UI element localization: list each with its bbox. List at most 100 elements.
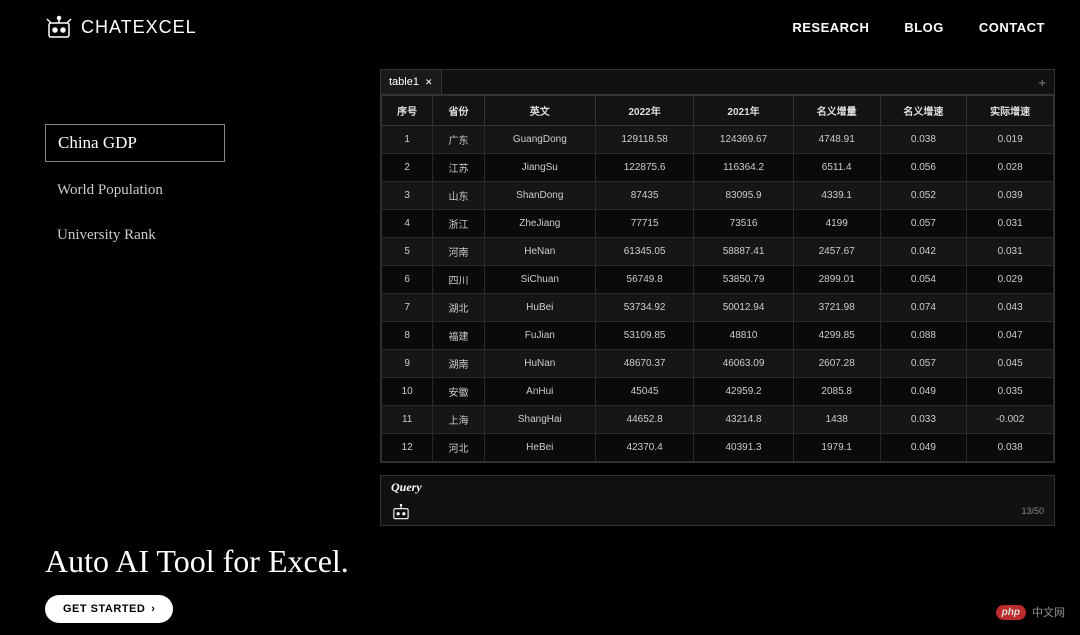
column-header[interactable]: 名义增速: [880, 96, 967, 126]
table-cell: 0.033: [880, 406, 967, 434]
headline: Auto AI Tool for Excel.: [45, 543, 349, 580]
table-cell: 4299.85: [793, 322, 880, 350]
query-label: Query: [381, 476, 1054, 499]
table-row[interactable]: 10安徽AnHui4504542959.22085.80.0490.035: [382, 378, 1054, 406]
table-cell: 湖南: [433, 350, 484, 378]
table-cell: 12: [382, 434, 433, 462]
table-cell: 0.031: [967, 210, 1054, 238]
robot-icon[interactable]: [391, 503, 411, 519]
table-cell: 7: [382, 294, 433, 322]
table-cell: 44652.8: [595, 406, 693, 434]
column-header[interactable]: 序号: [382, 96, 433, 126]
table-cell: 0.052: [880, 182, 967, 210]
table-cell: 43214.8: [694, 406, 794, 434]
table-cell: 45045: [595, 378, 693, 406]
tab-table1[interactable]: table1 ✕: [381, 70, 442, 94]
nav-research[interactable]: RESEARCH: [792, 20, 869, 35]
column-header[interactable]: 省份: [433, 96, 484, 126]
nav-blog[interactable]: BLOG: [904, 20, 944, 35]
table-cell: 4199: [793, 210, 880, 238]
table-cell: 6: [382, 266, 433, 294]
table-cell: 42959.2: [694, 378, 794, 406]
table-cell: 山东: [433, 182, 484, 210]
nav-contact[interactable]: CONTACT: [979, 20, 1045, 35]
table-cell: 53734.92: [595, 294, 693, 322]
table-row[interactable]: 12河北HeBei42370.440391.31979.10.0490.038: [382, 434, 1054, 462]
table-cell: HuNan: [484, 350, 595, 378]
table-row[interactable]: 9湖南HuNan48670.3746063.092607.280.0570.04…: [382, 350, 1054, 378]
table-row[interactable]: 1广东GuangDong129118.58124369.674748.910.0…: [382, 126, 1054, 154]
brand-text: CHATEXCEL: [81, 17, 197, 38]
table-cell: 1438: [793, 406, 880, 434]
table-cell: 0.028: [967, 154, 1054, 182]
table-cell: 0.042: [880, 238, 967, 266]
tab-bar: table1 ✕ +: [380, 69, 1055, 95]
table-cell: 1: [382, 126, 433, 154]
table-row[interactable]: 4浙江ZheJiang777157351641990.0570.031: [382, 210, 1054, 238]
table-cell: 4748.91: [793, 126, 880, 154]
add-tab-button[interactable]: +: [1030, 75, 1054, 90]
sidebar-item-world-population[interactable]: World Population: [45, 174, 225, 207]
close-icon[interactable]: ✕: [425, 77, 433, 88]
table-cell: 0.049: [880, 378, 967, 406]
table-cell: 50012.94: [694, 294, 794, 322]
get-started-button[interactable]: GET STARTED ›: [45, 595, 173, 623]
table-row[interactable]: 3山东ShanDong8743583095.94339.10.0520.039: [382, 182, 1054, 210]
query-section: Query 13/50: [380, 475, 1055, 526]
cta-label: GET STARTED: [63, 603, 145, 615]
table-cell: FuJian: [484, 322, 595, 350]
sidebar-item-china-gdp[interactable]: China GDP: [45, 124, 225, 162]
table-row[interactable]: 11上海ShangHai44652.843214.814380.033-0.00…: [382, 406, 1054, 434]
sidebar-item-university-rank[interactable]: University Rank: [45, 219, 225, 252]
watermark: php 中文网: [996, 604, 1065, 620]
table-cell: 0.049: [880, 434, 967, 462]
table-cell: 53109.85: [595, 322, 693, 350]
table-cell: 87435: [595, 182, 693, 210]
table-cell: 48810: [694, 322, 794, 350]
table-cell: 2899.01: [793, 266, 880, 294]
column-header[interactable]: 英文: [484, 96, 595, 126]
table-row[interactable]: 5河南HeNan61345.0558887.412457.670.0420.03…: [382, 238, 1054, 266]
table-cell: 3: [382, 182, 433, 210]
table-cell: AnHui: [484, 378, 595, 406]
watermark-badge: php: [996, 605, 1026, 620]
table-cell: 福建: [433, 322, 484, 350]
data-table: 序号省份英文2022年2021年名义增量名义增速实际增速 1广东GuangDon…: [380, 95, 1055, 463]
logo[interactable]: CHATEXCEL: [45, 15, 197, 39]
table-cell: GuangDong: [484, 126, 595, 154]
table-cell: ShanDong: [484, 182, 595, 210]
table-cell: 0.019: [967, 126, 1054, 154]
table-cell: 四川: [433, 266, 484, 294]
table-cell: 10: [382, 378, 433, 406]
table-cell: 122875.6: [595, 154, 693, 182]
table-cell: 77715: [595, 210, 693, 238]
table-row[interactable]: 2江苏JiangSu122875.6116364.26511.40.0560.0…: [382, 154, 1054, 182]
table-cell: 2457.67: [793, 238, 880, 266]
table-cell: 1979.1: [793, 434, 880, 462]
table-cell: -0.002: [967, 406, 1054, 434]
table-cell: 2: [382, 154, 433, 182]
column-header[interactable]: 2022年: [595, 96, 693, 126]
column-header[interactable]: 实际增速: [967, 96, 1054, 126]
table-cell: 11: [382, 406, 433, 434]
content: China GDP World Population University Ra…: [0, 49, 1080, 526]
table-cell: 0.088: [880, 322, 967, 350]
table-row[interactable]: 7湖北HuBei53734.9250012.943721.980.0740.04…: [382, 294, 1054, 322]
main-panel: table1 ✕ + 序号省份英文2022年2021年名义增量名义增速实际增速 …: [380, 69, 1055, 526]
table-cell: HeNan: [484, 238, 595, 266]
table-cell: 129118.58: [595, 126, 693, 154]
tab-label: table1: [389, 76, 419, 88]
table-cell: 4339.1: [793, 182, 880, 210]
column-header[interactable]: 2021年: [694, 96, 794, 126]
nav: RESEARCH BLOG CONTACT: [792, 20, 1045, 35]
table-cell: 0.029: [967, 266, 1054, 294]
table-row[interactable]: 8福建FuJian53109.85488104299.850.0880.047: [382, 322, 1054, 350]
table-cell: 56749.8: [595, 266, 693, 294]
table-row[interactable]: 6四川SiChuan56749.853850.792899.010.0540.0…: [382, 266, 1054, 294]
table-cell: 湖北: [433, 294, 484, 322]
table-cell: 0.074: [880, 294, 967, 322]
header: CHATEXCEL RESEARCH BLOG CONTACT: [0, 0, 1080, 49]
column-header[interactable]: 名义增量: [793, 96, 880, 126]
table-cell: 9: [382, 350, 433, 378]
table-cell: 3721.98: [793, 294, 880, 322]
